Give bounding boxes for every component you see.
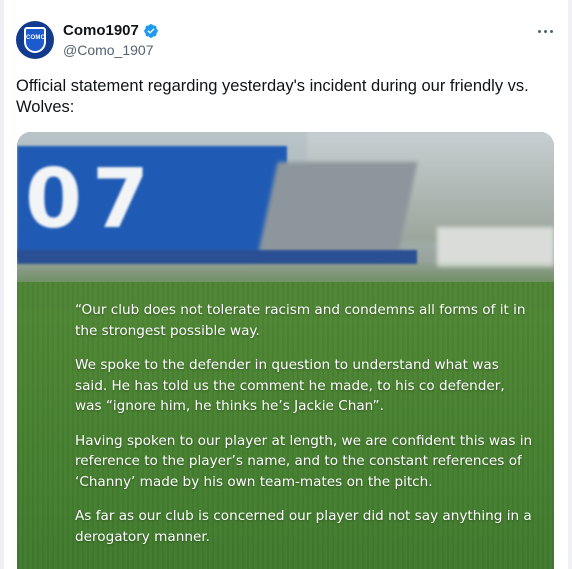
post-image[interactable]: 07 “Our club does not tolerate racism an… — [17, 132, 554, 569]
left-frame-edge — [0, 0, 4, 569]
name-row: Como1907 — [63, 22, 159, 39]
post-text: Official statement regarding yesterday's… — [16, 77, 529, 116]
statement-paragraph: “Our club does not tolerate racism and c… — [75, 302, 526, 339]
stadium-digits: 07 — [25, 152, 160, 247]
dot — [549, 29, 553, 33]
statement-paragraph: Having spoken to our player at length, w… — [75, 432, 533, 490]
dot — [537, 29, 541, 33]
avatar[interactable]: COMO — [16, 21, 54, 59]
statement-text: “Our club does not tolerate racism and c… — [75, 300, 535, 561]
grey-stand — [256, 162, 418, 262]
post-header: COMO Como1907 @Como_1907 — [16, 20, 556, 64]
handle[interactable]: @Como_1907 — [63, 42, 154, 58]
dot — [543, 29, 547, 33]
statement-paragraph: As far as our club is concerned our play… — [75, 508, 532, 545]
more-horizontal-icon[interactable] — [534, 22, 556, 40]
statement-paragraph: We spoke to the defender in question to … — [75, 357, 505, 414]
crest-text: COMO — [26, 35, 46, 41]
club-crest-icon: COMO — [24, 27, 46, 53]
right-frame-edge — [568, 0, 572, 569]
verified-badge-icon — [144, 23, 158, 38]
display-name[interactable]: Como1907 — [63, 22, 139, 39]
